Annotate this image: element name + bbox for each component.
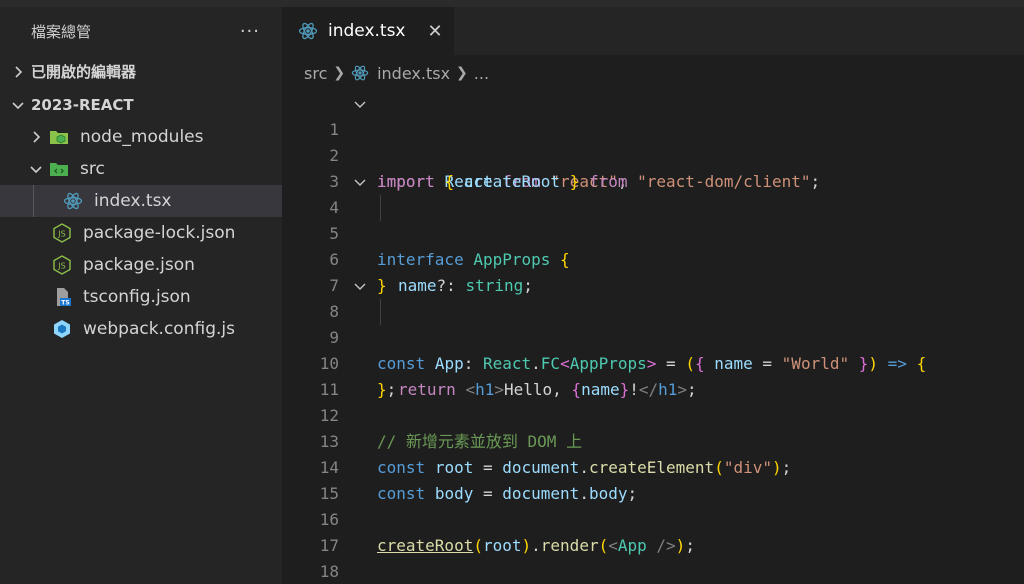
breadcrumb: src ❯ index.tsx ❯ ... — [282, 55, 1024, 91]
svg-text:JS: JS — [57, 230, 65, 239]
json-icon: JS — [52, 223, 72, 243]
tree-item-label: node_modules — [80, 127, 204, 147]
tree-item-webpack-config-js[interactable]: webpack.config.js — [0, 313, 282, 345]
webpack-icon — [52, 319, 72, 339]
chevron-right-icon: ❯ — [456, 65, 468, 81]
chevron-down-icon — [10, 97, 26, 113]
code-line: 3 — [282, 143, 1024, 191]
code-line: 5 name?: string; — [282, 195, 1024, 295]
code-line: 12 // 新增元素並放到 DOM 上 — [282, 377, 1024, 451]
more-actions-button[interactable]: ··· — [240, 21, 260, 42]
tree-item-package-lock-json[interactable]: JS package-lock.json — [0, 217, 282, 249]
tree-item-node-modules[interactable]: node_modules — [0, 121, 282, 153]
react-icon — [298, 21, 318, 41]
folder-node-icon — [49, 127, 69, 147]
code-line: 1 import React from "react"; — [282, 91, 1024, 191]
indent-guide — [380, 299, 381, 325]
code-line: 7 — [282, 247, 1024, 295]
code-line: 8 const App: React.FC<AppProps> = ({ nam… — [282, 273, 1024, 373]
tree-item-label: webpack.config.js — [83, 319, 235, 339]
fold-chevron-down-icon[interactable] — [352, 174, 368, 190]
code-line: 2 import { createRoot } from "react-dom/… — [282, 117, 1024, 191]
typescript-icon: TS — [52, 287, 72, 307]
tree-item-label: tsconfig.json — [83, 287, 191, 307]
workspace-section[interactable]: 2023-REACT — [0, 88, 282, 121]
tab-label: index.tsx — [328, 21, 406, 41]
workspace-label: 2023-REACT — [31, 95, 134, 114]
code-line: 17 — [282, 507, 1024, 555]
tree-item-label: package.json — [83, 255, 195, 275]
code-line: 14 const body = document.body; — [282, 429, 1024, 503]
tree-item-label: index.tsx — [94, 191, 172, 211]
tree-item-tsconfig-json[interactable]: TS tsconfig.json — [0, 281, 282, 313]
tree-item-label: src — [80, 159, 105, 179]
title-bar — [0, 0, 1024, 7]
explorer-header: 檔案總管 ··· — [0, 7, 282, 55]
chevron-down-icon — [28, 161, 44, 177]
code-line: 6 } — [282, 221, 1024, 295]
editor-area: index.tsx ✕ src ❯ index.tsx ❯ ... 1 impo… — [282, 7, 1024, 584]
svg-text:JS: JS — [57, 262, 65, 271]
json-icon: JS — [52, 255, 72, 275]
tree-item-package-json[interactable]: JS package.json — [0, 249, 282, 281]
fold-chevron-down-icon[interactable] — [352, 278, 368, 294]
tree-item-index-tsx[interactable]: index.tsx — [0, 185, 282, 217]
code-line: 11 — [282, 351, 1024, 399]
chevron-right-icon: ❯ — [333, 65, 346, 81]
code-line: 18 body.appendChild(root); — [282, 533, 1024, 581]
open-editors-label: 已開啟的編輯器 — [31, 63, 137, 81]
code-line: 13 const root = document.createElement("… — [282, 403, 1024, 477]
explorer-title: 檔案總管 — [31, 22, 92, 41]
svg-text:TS: TS — [61, 300, 69, 307]
indent-guide — [33, 185, 34, 217]
breadcrumb-more[interactable]: ... — [474, 64, 489, 83]
code-line: 16 createRoot(root).render(<App />); — [282, 481, 1024, 555]
folder-src-icon — [49, 159, 69, 179]
explorer-sidebar: 檔案總管 ··· 已開啟的編輯器 2023-REACT node_modules… — [0, 7, 282, 584]
tab-index-tsx[interactable]: index.tsx ✕ — [282, 7, 454, 55]
close-icon[interactable]: ✕ — [428, 21, 443, 42]
react-icon — [351, 64, 369, 82]
chevron-right-icon — [10, 64, 26, 80]
code-editor[interactable]: 1 import React from "react"; 2 import { … — [282, 91, 1024, 584]
code-line: 4 interface AppProps { — [282, 169, 1024, 269]
code-line: 15 — [282, 455, 1024, 503]
chevron-right-icon — [28, 129, 44, 145]
code-line: 19 — [282, 559, 1024, 584]
breadcrumb-folder[interactable]: src — [304, 64, 327, 83]
tree-item-src[interactable]: src — [0, 153, 282, 185]
react-icon — [63, 191, 83, 211]
fold-chevron-down-icon[interactable] — [352, 96, 368, 112]
open-editors-section[interactable]: 已開啟的編輯器 — [0, 55, 282, 88]
breadcrumb-file[interactable]: index.tsx — [377, 64, 450, 83]
code-line: 9 return <h1>Hello, {name}!</h1>; — [282, 299, 1024, 399]
code-line: 10 }; — [282, 325, 1024, 399]
tab-bar: index.tsx ✕ — [282, 7, 1024, 55]
indent-guide — [380, 195, 381, 221]
tree-item-label: package-lock.json — [83, 223, 236, 243]
